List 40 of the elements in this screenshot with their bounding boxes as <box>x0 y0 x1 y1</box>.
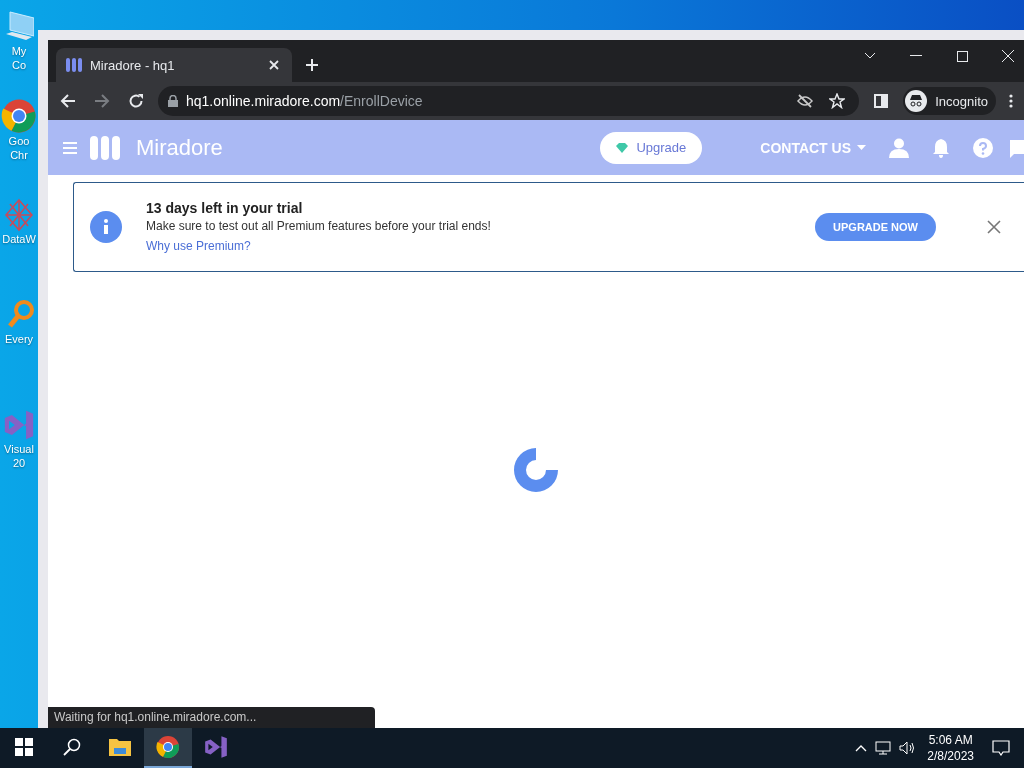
tab-title: Miradore - hq1 <box>90 57 176 73</box>
desktop-icon-label[interactable]: DataW <box>0 232 38 246</box>
chrome-icon <box>1 98 37 134</box>
clock[interactable]: 5:06 AM 2/8/2023 <box>927 732 974 764</box>
desktop-icon-label[interactable]: Visual 20 <box>0 442 38 470</box>
browser-tab[interactable]: Miradore - hq1 <box>56 48 292 82</box>
diamond-icon <box>616 142 629 153</box>
time-text: 5:06 AM <box>928 732 973 748</box>
contact-dropdown[interactable]: CONTACT US <box>754 138 872 157</box>
incognito-profile-button[interactable]: Incognito <box>903 87 996 115</box>
incognito-icon <box>905 90 928 112</box>
caret-icon <box>857 145 866 150</box>
lock-icon <box>168 95 178 107</box>
upgrade-button[interactable]: Upgrade <box>600 131 703 164</box>
info-icon <box>90 211 122 243</box>
logo-text: Miradore <box>136 134 223 161</box>
visual-studio-icon <box>2 408 36 442</box>
app-logo-icon <box>66 58 82 72</box>
chevron-up-icon[interactable] <box>855 744 868 752</box>
windows-logo-icon <box>15 738 33 756</box>
chrome-icon <box>156 735 180 759</box>
address-bar[interactable]: hq1.online.miradore.com/EnrollDevice <box>158 86 860 116</box>
taskbar-app-button[interactable] <box>144 728 192 768</box>
folder-icon <box>108 736 132 758</box>
network-drawing <box>4 198 34 232</box>
speaker-icon[interactable] <box>899 741 916 755</box>
desktop-icon-label[interactable]: My Co <box>0 44 38 72</box>
notice-title: 13 days left in your trial <box>146 200 304 216</box>
visual-studio-icon <box>203 734 229 760</box>
date-text: 2/8/2023 <box>927 748 974 764</box>
url-text: hq1.online.miradore.com/EnrollDevice <box>186 93 424 109</box>
notification-icon[interactable] <box>992 740 1010 756</box>
premium-link[interactable]: Why use Premium? <box>146 239 251 253</box>
logo-icon <box>90 135 120 160</box>
desktop-icon-label[interactable]: Every <box>0 332 38 346</box>
upgrade-now-button[interactable]: UPGRADE NOW <box>815 213 936 241</box>
search-icon <box>63 738 81 756</box>
desktop-icon-label[interactable]: Goo Chr <box>0 134 38 162</box>
network-icon[interactable] <box>875 741 892 755</box>
notice-message: Make sure to test out all Premium features before your trial ends! <box>146 219 492 233</box>
